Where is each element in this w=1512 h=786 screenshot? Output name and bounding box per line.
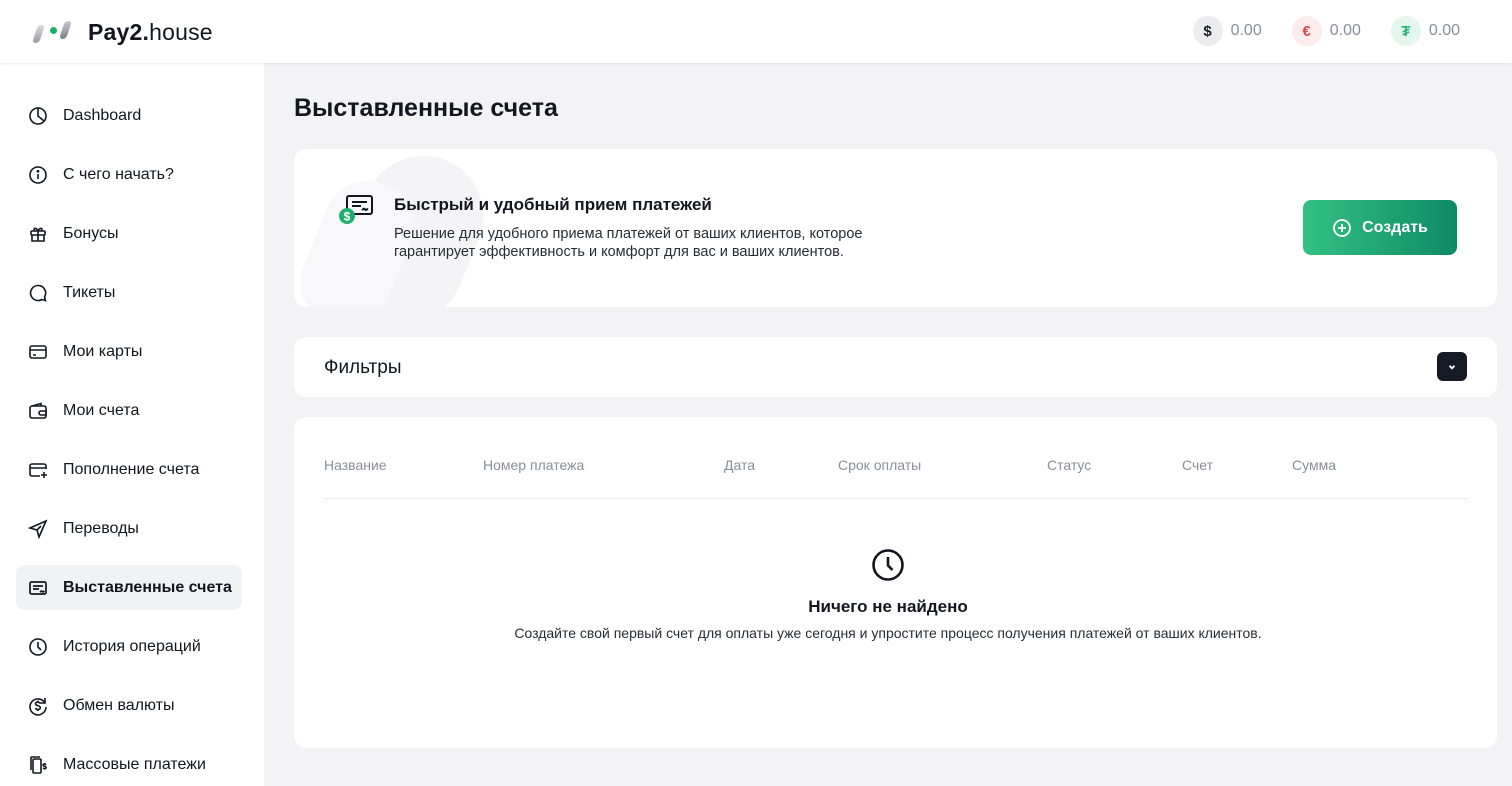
euro-icon: €	[1291, 16, 1322, 46]
exchange-icon	[29, 697, 47, 716]
dollar-icon: $	[1192, 16, 1223, 46]
column-header-account[interactable]: Счет	[1182, 457, 1213, 473]
sidebar-item-top-up[interactable]: Пополнение счета	[16, 447, 242, 492]
sidebar-item-label: Мои карты	[63, 342, 143, 360]
mass-payments-icon	[30, 755, 47, 774]
promo-title: Быстрый и удобный прием платежей	[394, 195, 712, 214]
gift-icon	[30, 227, 46, 242]
plus-circle-icon	[1333, 218, 1351, 237]
logo-mark-icon	[32, 19, 74, 45]
sidebar-item-bonuses[interactable]: Бонусы	[16, 211, 242, 256]
promo-description: Решение для удобного приема платежей от …	[394, 226, 863, 260]
clock-icon	[29, 637, 47, 656]
clock-icon	[872, 549, 904, 581]
sidebar-item-label: Dashboard	[63, 106, 142, 124]
promo-card: $ Быстрый и удобный прием платежей Решен…	[294, 149, 1497, 307]
filters-toggle-button[interactable]	[1437, 352, 1467, 381]
sidebar-item-label: Мои счета	[63, 401, 140, 419]
tether-icon: ₮	[1390, 16, 1421, 46]
chevron-down-icon	[1448, 364, 1456, 370]
column-header-status[interactable]: Статус	[1047, 457, 1091, 473]
card-icon	[29, 344, 47, 359]
sidebar-item-invoices[interactable]: Выставленные счета	[16, 565, 242, 610]
balances: $ 0.00 € 0.00 ₮ 0.00	[1192, 16, 1460, 46]
sidebar-item-mass-payments[interactable]: Массовые платежи	[16, 742, 242, 786]
sidebar-item-history[interactable]: История операций	[16, 624, 242, 669]
column-header-date[interactable]: Дата	[724, 457, 755, 473]
logo-text-light: house	[149, 18, 213, 45]
balance-usd[interactable]: $ 0.00	[1192, 16, 1262, 46]
sidebar: Dashboard С чего начать? Бонусы Тикеты М…	[0, 63, 264, 786]
sidebar-item-label: История операций	[63, 637, 201, 655]
filters-panel[interactable]: Фильтры	[294, 337, 1497, 397]
sidebar-item-label: Обмен валюты	[63, 696, 175, 714]
filters-title: Фильтры	[324, 357, 402, 378]
invoice-icon	[29, 580, 47, 595]
create-invoice-label: Создать	[1362, 218, 1428, 236]
page-title: Выставленные счета	[294, 94, 558, 122]
column-header-name[interactable]: Название	[324, 457, 387, 473]
send-icon	[28, 518, 48, 539]
empty-state-title: Ничего не найдено	[808, 597, 968, 616]
invoices-table: Название Номер платежа Дата Срок оплаты …	[294, 417, 1497, 748]
sidebar-item-my-cards[interactable]: Мои карты	[16, 329, 242, 374]
sidebar-item-label: Бонусы	[63, 224, 119, 242]
create-invoice-button[interactable]: Создать	[1303, 200, 1457, 255]
chat-icon	[29, 284, 47, 302]
sidebar-item-label: Тикеты	[63, 283, 116, 301]
balance-eur-value: 0.00	[1329, 22, 1361, 39]
logo-text-bold: Pay2.	[88, 18, 150, 45]
svg-text:$: $	[344, 210, 351, 224]
column-header-payment-number[interactable]: Номер платежа	[483, 457, 584, 473]
column-header-amount[interactable]: Сумма	[1292, 457, 1336, 473]
balance-usdt[interactable]: ₮ 0.00	[1390, 16, 1460, 46]
sidebar-item-tickets[interactable]: Тикеты	[16, 270, 242, 315]
logo[interactable]: Pay2.house	[32, 18, 213, 46]
sidebar-item-label: Выставленные счета	[63, 578, 232, 596]
table-divider	[324, 498, 1468, 499]
pie-chart-icon	[29, 106, 47, 125]
sidebar-item-getting-started[interactable]: С чего начать?	[16, 152, 242, 197]
sidebar-item-label: С чего начать?	[63, 165, 174, 183]
sidebar-item-label: Переводы	[63, 519, 139, 537]
card-add-icon	[29, 462, 47, 478]
sidebar-item-exchange[interactable]: Обмен валюты	[16, 683, 242, 728]
sidebar-item-label: Массовые платежи	[63, 755, 206, 773]
sidebar-item-transfers[interactable]: Переводы	[16, 506, 242, 551]
balance-usdt-value: 0.00	[1428, 22, 1460, 39]
wallet-icon	[29, 401, 47, 419]
balance-usd-value: 0.00	[1230, 22, 1262, 39]
sidebar-item-label: Пополнение счета	[63, 460, 200, 478]
top-bar: Pay2.house $ 0.00 € 0.00 ₮ 0.00	[0, 0, 1512, 63]
invoice-dollar-icon: $	[339, 195, 373, 224]
info-icon	[29, 165, 47, 184]
column-header-due-date[interactable]: Срок оплаты	[838, 457, 921, 473]
logo-text: Pay2.house	[88, 19, 213, 46]
balance-eur[interactable]: € 0.00	[1291, 16, 1361, 46]
sidebar-item-dashboard[interactable]: Dashboard	[16, 93, 242, 138]
empty-state-description: Создайте свой первый счет для оплаты уже…	[514, 625, 1262, 641]
sidebar-item-my-accounts[interactable]: Мои счета	[16, 388, 242, 433]
